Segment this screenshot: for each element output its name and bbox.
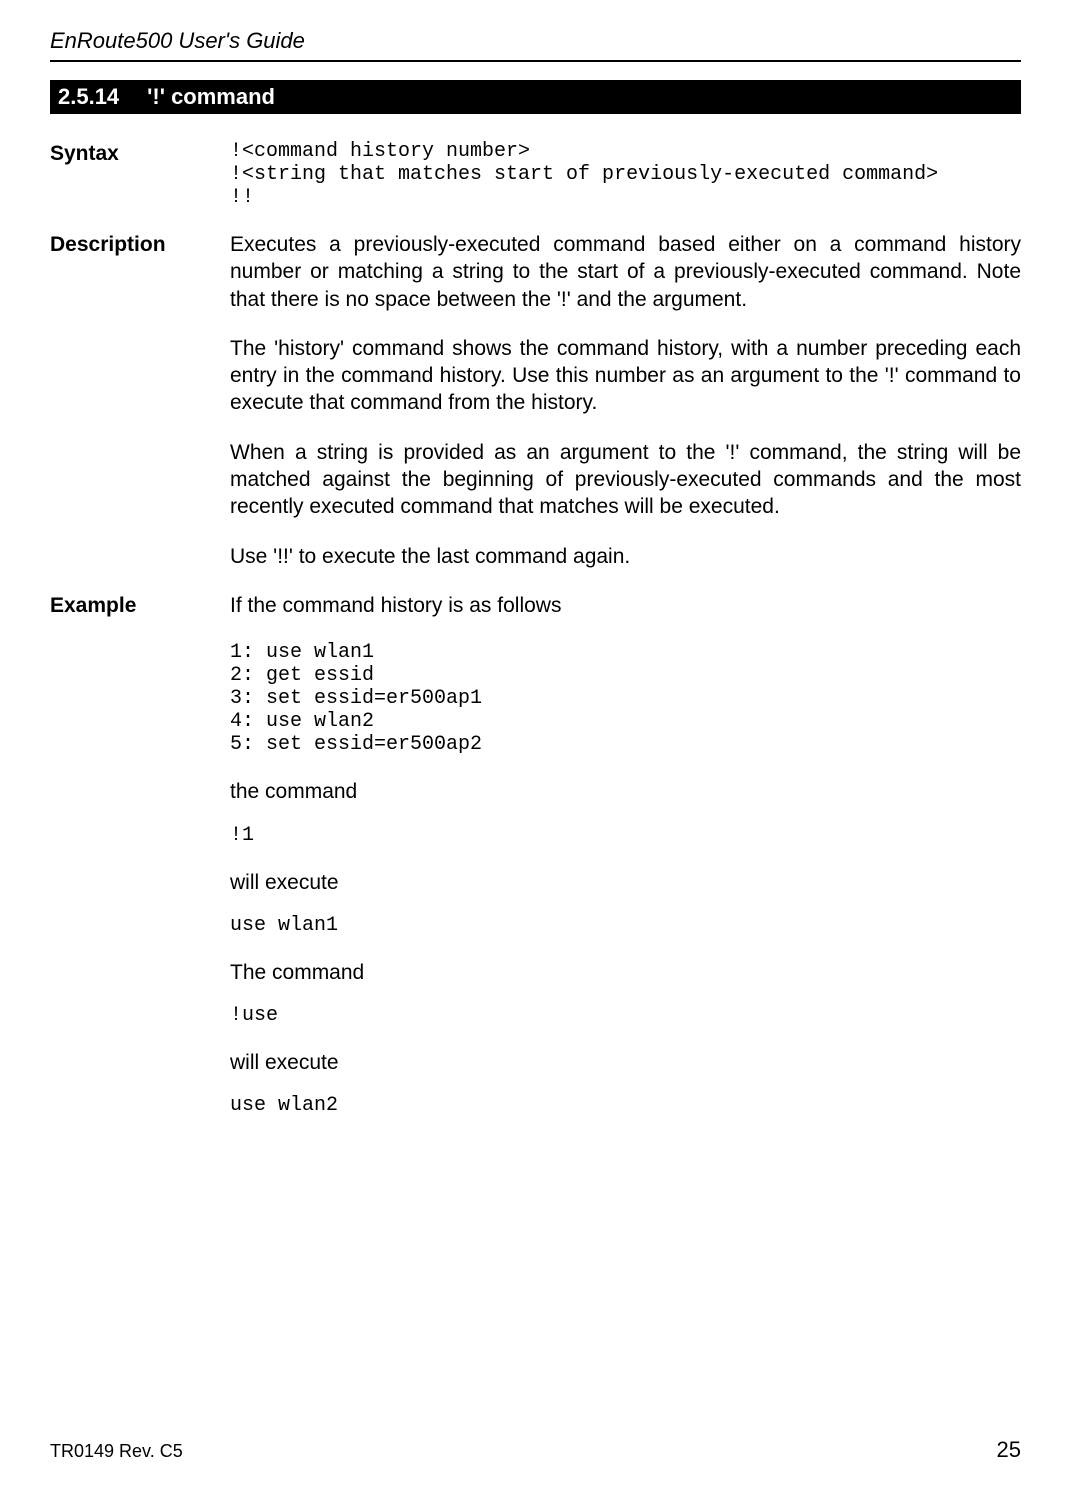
page: EnRoute500 User's Guide 2.5.14 '!' comma… bbox=[0, 0, 1071, 1497]
section-number: 2.5.14 bbox=[58, 84, 119, 110]
description-paragraph-4: Use '!!' to execute the last command aga… bbox=[230, 543, 1021, 570]
description-label: Description bbox=[50, 231, 230, 592]
header-rule bbox=[50, 60, 1021, 62]
example-label: Example bbox=[50, 592, 230, 1117]
description-body: Executes a previously-executed command b… bbox=[230, 231, 1021, 592]
example-code-4: use wlan2 bbox=[230, 1094, 1021, 1117]
syntax-label: Syntax bbox=[50, 140, 230, 231]
example-history-block: 1: use wlan1 2: get essid 3: set essid=e… bbox=[230, 641, 1021, 756]
example-text-1: the command bbox=[230, 778, 1021, 805]
description-paragraph-3: When a string is provided as an argument… bbox=[230, 439, 1021, 521]
example-code-2: use wlan1 bbox=[230, 914, 1021, 937]
section-heading-banner: 2.5.14 '!' command bbox=[50, 80, 1021, 114]
example-text-2: will execute bbox=[230, 869, 1021, 896]
example-text-3: The command bbox=[230, 959, 1021, 986]
section-title: '!' command bbox=[147, 84, 275, 110]
page-footer: TR0149 Rev. C5 25 bbox=[50, 1437, 1021, 1463]
doc-revision: TR0149 Rev. C5 bbox=[50, 1441, 183, 1462]
syntax-code: !<command history number> !<string that … bbox=[230, 140, 1021, 209]
example-code-1: !1 bbox=[230, 824, 1021, 847]
content-grid: Syntax !<command history number> !<strin… bbox=[50, 140, 1021, 1117]
example-intro: If the command history is as follows bbox=[230, 592, 1021, 619]
page-number: 25 bbox=[997, 1437, 1021, 1463]
running-title: EnRoute500 User's Guide bbox=[50, 28, 1021, 54]
example-body: If the command history is as follows 1: … bbox=[230, 592, 1021, 1117]
example-code-3: !use bbox=[230, 1004, 1021, 1027]
description-paragraph-1: Executes a previously-executed command b… bbox=[230, 231, 1021, 313]
description-paragraph-2: The 'history' command shows the command … bbox=[230, 335, 1021, 417]
example-text-4: will execute bbox=[230, 1049, 1021, 1076]
